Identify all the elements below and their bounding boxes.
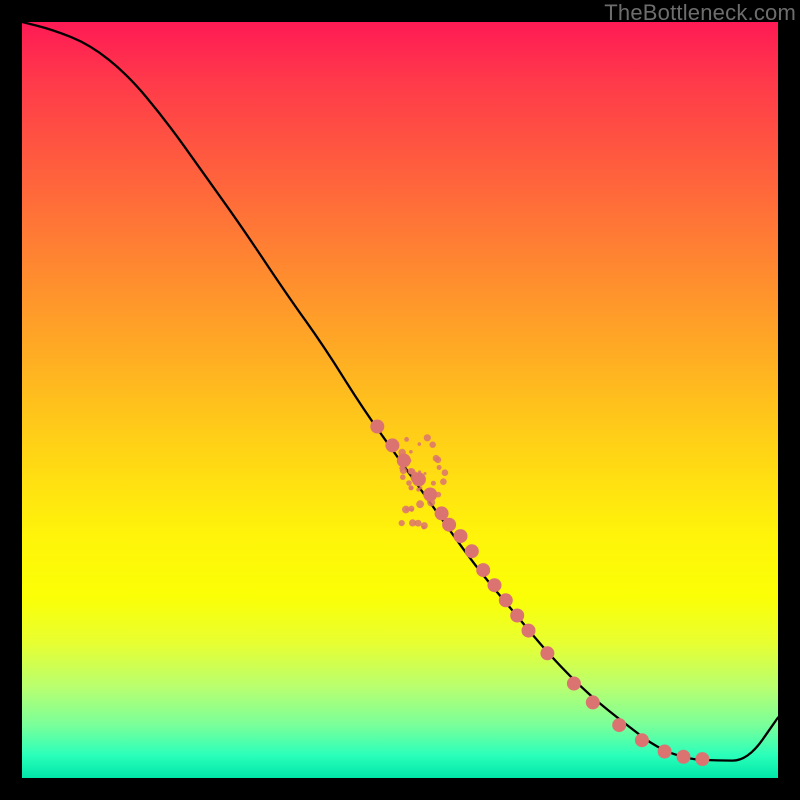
data-point xyxy=(586,695,600,709)
noise-dot xyxy=(421,522,428,529)
data-point xyxy=(442,518,456,532)
curve-path xyxy=(22,22,778,761)
noise-dot xyxy=(437,465,442,470)
noise-dot xyxy=(419,486,422,489)
data-point xyxy=(499,593,513,607)
noise-dot xyxy=(410,508,414,512)
noise-dot xyxy=(418,442,422,446)
noise-dot xyxy=(404,437,409,442)
data-point xyxy=(488,578,502,592)
chart-svg xyxy=(22,22,778,778)
noise-dot xyxy=(424,472,427,475)
noise-dot xyxy=(430,442,436,448)
data-point xyxy=(465,544,479,558)
data-point xyxy=(454,529,468,543)
noise-dot xyxy=(442,469,449,476)
noise-dot xyxy=(409,519,416,526)
noise-dot xyxy=(406,480,412,486)
data-point xyxy=(540,646,554,660)
noise-dot xyxy=(424,434,431,441)
noise-dot xyxy=(409,450,413,454)
data-point xyxy=(370,420,384,434)
noise-dot xyxy=(440,478,447,485)
data-point xyxy=(677,750,691,764)
noise-dot xyxy=(399,466,404,471)
data-point xyxy=(476,563,490,577)
noise-dot xyxy=(399,520,405,526)
data-point xyxy=(567,677,581,691)
noise-dot xyxy=(427,499,435,507)
data-point xyxy=(612,718,626,732)
plot-area xyxy=(22,22,778,778)
noise-dot xyxy=(435,457,442,464)
data-point xyxy=(658,745,672,759)
noise-dot xyxy=(416,500,424,508)
data-point xyxy=(695,752,709,766)
data-point xyxy=(635,733,649,747)
noise-dot xyxy=(418,470,421,473)
data-point xyxy=(510,609,524,623)
noise-dot xyxy=(400,474,406,480)
noise-dot xyxy=(408,485,413,490)
data-point xyxy=(385,438,399,452)
chart-frame: TheBottleneck.com xyxy=(0,0,800,800)
noise-dot xyxy=(408,459,412,463)
watermark-text: TheBottleneck.com xyxy=(604,0,796,26)
noise-dot xyxy=(402,506,410,514)
noise-dot xyxy=(411,475,418,482)
noise-dot xyxy=(398,449,406,457)
noise-dot xyxy=(435,492,441,498)
noise-dot xyxy=(431,481,436,486)
data-point xyxy=(522,624,536,638)
